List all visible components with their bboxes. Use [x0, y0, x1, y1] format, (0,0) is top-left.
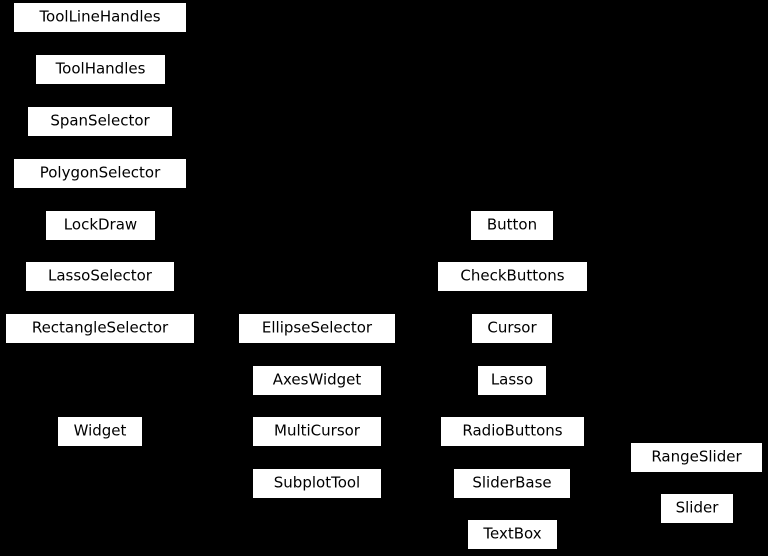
class-node-label: MultiCursor [274, 421, 360, 440]
class-node-multicursor[interactable]: MultiCursor [252, 416, 382, 447]
class-node-label: ToolLineHandles [39, 7, 161, 26]
class-node-axeswidget[interactable]: AxesWidget [252, 365, 382, 396]
class-node-label: ToolHandles [55, 59, 146, 78]
class-node-lasso[interactable]: Lasso [477, 365, 547, 396]
class-node-label: RangeSlider [651, 447, 742, 466]
class-node-label: TextBox [483, 524, 542, 543]
class-node-ellipseselector[interactable]: EllipseSelector [238, 313, 396, 344]
class-node-label: EllipseSelector [261, 318, 373, 337]
class-node-label: AxesWidget [272, 370, 362, 389]
class-node-label: SliderBase [472, 473, 552, 492]
class-node-label: Slider [675, 498, 719, 517]
class-node-radiobuttons[interactable]: RadioButtons [440, 416, 585, 447]
class-node-polygonselector[interactable]: PolygonSelector [13, 158, 187, 189]
class-node-label: SubplotTool [273, 473, 361, 492]
inheritance-diagram-canvas: ToolLineHandles ToolHandles SpanSelector Po… [0, 0, 768, 556]
class-node-label: RadioButtons [462, 421, 563, 440]
class-node-toollinehandles[interactable]: ToolLineHandles [13, 2, 187, 33]
class-node-label: Cursor [487, 318, 537, 337]
class-node-label: LockDraw [63, 215, 138, 234]
class-node-rectangleselector[interactable]: RectangleSelector [5, 313, 195, 344]
class-node-widget[interactable]: Widget [57, 416, 143, 447]
class-node-label: Lasso [490, 370, 534, 389]
class-node-button[interactable]: Button [470, 210, 554, 241]
class-node-lassoselector[interactable]: LassoSelector [25, 261, 175, 292]
class-node-label: Widget [73, 421, 127, 440]
class-node-label: CheckButtons [460, 266, 565, 285]
class-node-label: RectangleSelector [31, 318, 169, 337]
class-node-toolhandles[interactable]: ToolHandles [35, 54, 166, 85]
class-node-textbox[interactable]: TextBox [467, 519, 558, 550]
class-node-label: PolygonSelector [39, 163, 161, 182]
class-node-spanselector[interactable]: SpanSelector [27, 106, 173, 137]
class-node-rangeslider[interactable]: RangeSlider [630, 442, 763, 473]
class-node-checkbuttons[interactable]: CheckButtons [437, 261, 588, 292]
class-node-label: SpanSelector [50, 111, 150, 130]
class-node-slider[interactable]: Slider [660, 493, 734, 524]
class-node-sliderbase[interactable]: SliderBase [453, 468, 571, 499]
class-node-label: LassoSelector [48, 266, 152, 285]
class-node-subplottool[interactable]: SubplotTool [252, 468, 382, 499]
class-node-lockdraw[interactable]: LockDraw [45, 210, 156, 241]
class-node-label: Button [486, 215, 538, 234]
class-node-cursor[interactable]: Cursor [471, 313, 553, 344]
